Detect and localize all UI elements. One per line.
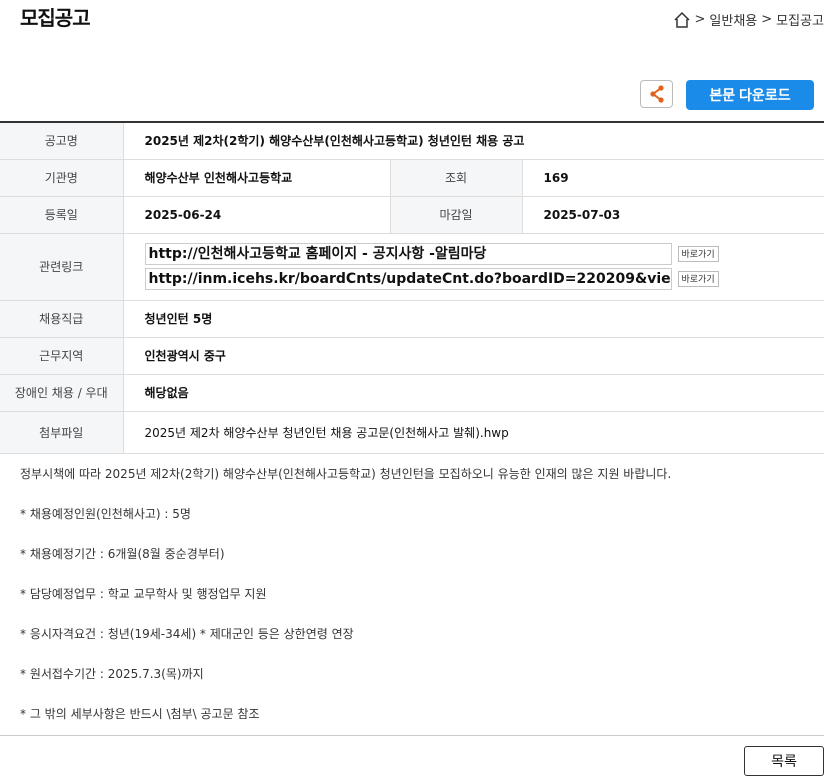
breadcrumb: > 일반채용 > 모집공고 [673,10,824,29]
position-label: 채용직급 [0,300,124,338]
divider [0,735,824,736]
deadline-value: 2025-07-03 [522,196,824,234]
reg-date-label: 등록일 [0,196,124,234]
attachment-label: 첨부파일 [0,411,124,454]
table-row: 장애인 채용 / 우대 해당없음 [0,374,824,412]
link-field[interactable]: http://inm.icehs.kr/boardCnts/updateCnt.… [144,268,672,290]
reg-date-value: 2025-06-24 [123,196,390,234]
page-title: 모집공고 [20,6,91,30]
title-label: 공고명 [0,122,124,160]
attachment-link[interactable]: 2025년 제2차 해양수산부 청년인턴 채용 공고문(인천해사고 발췌).hw… [123,411,824,454]
link-row: http://인천해사고등학교 홈페이지 - 공지사항 -알림마당 바로가기 [144,243,824,265]
views-label: 조회 [389,159,523,197]
body-line: * 응시자격요건 : 청년(19세-34세) * 제대군인 등은 상한연령 연장 [20,627,354,641]
table-row: 근무지역 인천광역시 중구 [0,337,824,375]
body-line: * 그 밖의 세부사항은 반드시 \첨부\ 공고문 참조 [20,707,260,721]
disability-value: 해당없음 [123,374,824,412]
table-row: 기관명 해양수산부 인천해사고등학교 조회 169 [0,159,824,197]
body-line: * 채용예정기간 : 6개월(8월 중순경부터) [20,547,225,561]
download-body-button[interactable]: 본문 다운로드 [686,80,814,110]
views-value: 169 [522,159,824,197]
table-row: 채용직급 청년인턴 5명 [0,300,824,338]
share-icon [649,85,664,103]
body-line: 정부시책에 따라 2025년 제2차(2학기) 해양수산부(인천해사고등학교) … [20,467,672,481]
body-line: * 원서접수기간 : 2025.7.3(목)까지 [20,667,204,681]
table-row: 관련링크 http://인천해사고등학교 홈페이지 - 공지사항 -알림마당 바… [0,233,824,301]
share-button[interactable] [640,80,673,108]
org-value: 해양수산부 인천해사고등학교 [123,159,390,197]
body-line: * 담당예정업무 : 학교 교무학사 및 행정업무 지원 [20,587,267,601]
breadcrumb-item-general[interactable]: 일반채용 [709,10,757,29]
list-button[interactable]: 목록 [744,746,824,776]
body-line: * 채용예정인원(인천해사고) : 5명 [20,507,191,521]
link-field[interactable]: http://인천해사고등학교 홈페이지 - 공지사항 -알림마당 [144,243,672,265]
disability-label: 장애인 채용 / 우대 [0,374,124,412]
table-row: 첨부파일 2025년 제2차 해양수산부 청년인턴 채용 공고문(인천해사고 발… [0,411,824,454]
deadline-label: 마감일 [389,196,523,234]
notice-body: 정부시책에 따라 2025년 제2차(2학기) 해양수산부(인천해사고등학교) … [20,466,671,746]
region-label: 근무지역 [0,337,124,375]
title-value: 2025년 제2차(2학기) 해양수산부(인천해사고등학교) 청년인턴 채용 공… [123,122,824,160]
link-row: http://inm.icehs.kr/boardCnts/updateCnt.… [144,268,824,290]
org-label: 기관명 [0,159,124,197]
go-link-button[interactable]: 바로가기 [677,271,719,287]
region-value: 인천광역시 중구 [123,337,824,375]
table-row: 등록일 2025-06-24 마감일 2025-07-03 [0,196,824,234]
links-label: 관련링크 [0,233,124,301]
breadcrumb-separator: > [761,12,773,27]
position-value: 청년인턴 5명 [123,300,824,338]
home-icon[interactable] [673,11,691,29]
links-cell: http://인천해사고등학교 홈페이지 - 공지사항 -알림마당 바로가기 h… [123,233,824,301]
breadcrumb-separator: > [694,12,706,27]
info-table: 공고명 2025년 제2차(2학기) 해양수산부(인천해사고등학교) 청년인턴 … [0,121,824,454]
go-link-button[interactable]: 바로가기 [677,246,719,262]
breadcrumb-item-current[interactable]: 모집공고 [776,10,824,29]
table-row: 공고명 2025년 제2차(2학기) 해양수산부(인천해사고등학교) 청년인턴 … [0,122,824,160]
